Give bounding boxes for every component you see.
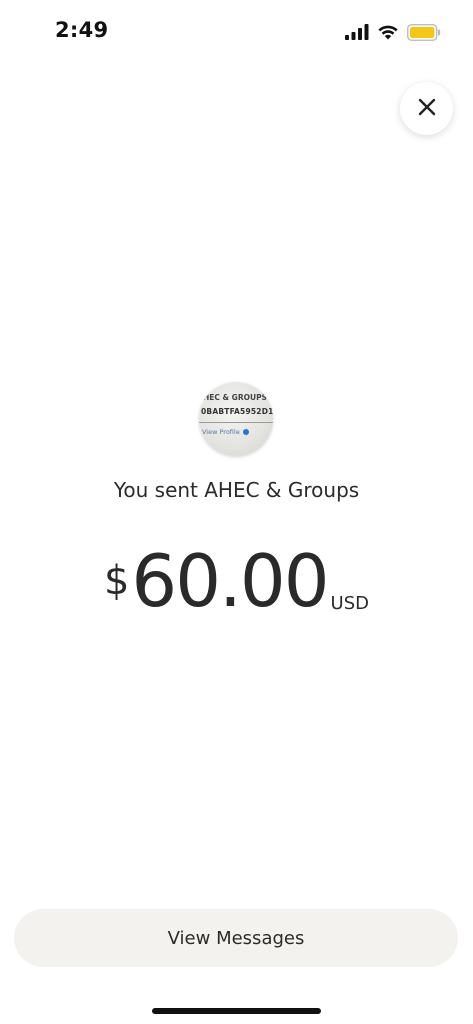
signal-icon	[345, 24, 369, 40]
battery-icon	[407, 23, 441, 41]
amount-display: $ 60.00 USD	[0, 540, 473, 622]
avatar-text-name: HEC & GROUPS	[203, 393, 267, 402]
close-icon	[418, 98, 436, 120]
payment-confirmation-screen: 2:49 HEC & GROUPS 0BABTFA5952D1 View Pro…	[0, 0, 473, 1024]
amount-currency-code: USD	[330, 593, 370, 614]
view-messages-label: View Messages	[167, 927, 305, 949]
amount-value: 60.00	[131, 539, 329, 623]
status-bar: 2:49	[0, 0, 473, 62]
view-messages-button[interactable]: View Messages	[14, 909, 458, 967]
sent-to-text: You sent AHEC & Groups	[113, 478, 360, 502]
home-indicator[interactable]	[152, 1008, 321, 1014]
status-time: 2:49	[55, 18, 109, 42]
status-icons	[345, 23, 441, 41]
wifi-icon	[377, 24, 399, 40]
info-icon	[242, 429, 249, 435]
recipient-avatar: HEC & GROUPS 0BABTFA5952D1Z6 View Profil…	[199, 382, 273, 456]
avatar-divider	[199, 422, 273, 423]
avatar-text-id: 0BABTFA5952D1Z6	[201, 407, 273, 416]
close-button[interactable]	[400, 82, 453, 135]
amount-currency-symbol: $	[103, 558, 130, 604]
avatar-text-view-profile: View Profile	[202, 428, 249, 436]
